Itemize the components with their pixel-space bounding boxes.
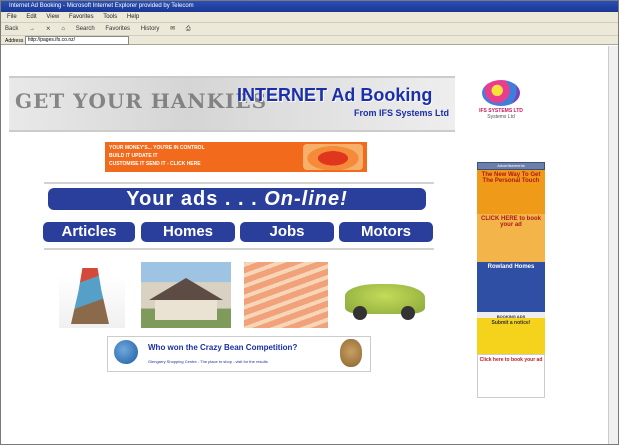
sidebar-header: Advertisements — [477, 162, 545, 170]
headline-text: Your ads . . . — [126, 188, 258, 210]
forward-icon[interactable]: → — [29, 26, 35, 32]
toolbar: Back → ⨯ ⌂ Search Favorites History ✉ ⎙ — [1, 22, 618, 35]
banner-subtitle: From IFS Systems Ltd — [353, 108, 449, 118]
promo-line3: CUSTOMISE IT SEND IT - CLICK HERE — [109, 161, 201, 167]
crazy-bean-caption: Glengarry Shopping Centre - The place to… — [148, 359, 268, 364]
menu-edit[interactable]: Edit — [26, 14, 36, 20]
headline-banner: Your ads . . . On-line! — [48, 188, 426, 210]
address-label: Address — [5, 38, 24, 44]
crazy-bean-banner[interactable]: Who won the Crazy Bean Competition? Glen… — [107, 336, 371, 372]
address-input[interactable]: http://pages.ifs.co.nz/ — [24, 36, 129, 46]
promo-banner[interactable]: YOUR MONEY'S... YOU'RE IN CONTROL BUILD … — [105, 142, 367, 172]
mail-icon[interactable]: ✉ — [170, 26, 175, 32]
site-banner: GET YOUR HANKIES INTERNET Ad Booking Fro… — [9, 76, 455, 132]
divider — [44, 182, 434, 184]
menu-file[interactable]: File — [7, 14, 17, 20]
logo-icon — [482, 80, 520, 106]
car-wheel — [401, 306, 415, 320]
page-content: GET YOUR HANKIES INTERNET Ad Booking Fro… — [1, 46, 618, 444]
menu-view[interactable]: View — [46, 14, 59, 20]
motors-image[interactable] — [341, 262, 429, 328]
nav-homes-button[interactable]: Homes — [141, 222, 235, 242]
car-wheel — [353, 306, 367, 320]
sidebar-ad-1[interactable]: The New Way To Get The Personal Touch — [477, 170, 545, 214]
menu-favorites[interactable]: Favorites — [69, 14, 94, 20]
homes-image[interactable] — [141, 262, 231, 328]
sidebar-ad-2[interactable]: CLICK HERE to book your ad — [477, 214, 545, 262]
sidebar-ad-5[interactable]: Submit a notice! — [477, 318, 545, 354]
back-button[interactable]: Back — [5, 26, 18, 32]
promo-line1: YOUR MONEY'S... YOU'RE IN CONTROL — [109, 145, 205, 151]
headline-emphasis: On-line! — [264, 188, 348, 210]
jobs-image[interactable] — [244, 262, 328, 328]
sidebar-ad-6[interactable]: Click here to book your ad — [477, 354, 545, 398]
stop-icon[interactable]: ⨯ — [46, 26, 51, 32]
ifs-logo[interactable]: IFS SYSTEMS LTD Systems Ltd — [476, 80, 526, 136]
promo-line2: BUILD IT UPDATE IT — [109, 153, 158, 159]
print-icon[interactable]: ⎙ — [186, 26, 191, 32]
search-button[interactable]: Search — [76, 26, 95, 32]
menu-help[interactable]: Help — [127, 14, 139, 20]
banner-title: INTERNET Ad Booking — [237, 85, 433, 105]
vertical-scrollbar[interactable] — [608, 46, 618, 444]
ad-sidebar: Advertisements The New Way To Get The Pe… — [477, 162, 545, 432]
window-title: Internet Ad Booking - Microsoft Internet… — [1, 1, 618, 12]
nav-articles-button[interactable]: Articles — [43, 222, 135, 242]
house-roof — [149, 278, 223, 300]
sidebar-ad-3[interactable]: Rowland Homes — [477, 262, 545, 312]
menu-tools[interactable]: Tools — [103, 14, 117, 20]
banner-collage: GET YOUR HANKIES — [15, 89, 268, 113]
favorites-button[interactable]: Favorites — [105, 26, 130, 32]
nav-motors-button[interactable]: Motors — [339, 222, 433, 242]
home-icon[interactable]: ⌂ — [61, 26, 65, 32]
menu-bar: File Edit View Favorites Tools Help — [1, 12, 618, 22]
browser-window: Internet Ad Booking - Microsoft Internet… — [0, 0, 619, 445]
rose-image — [303, 144, 363, 170]
nav-jobs-button[interactable]: Jobs — [240, 222, 334, 242]
divider — [44, 248, 434, 250]
crazy-bean-title: Who won the Crazy Bean Competition? — [148, 343, 298, 352]
house-wall — [155, 300, 217, 320]
logo-line2: Systems Ltd — [487, 114, 515, 120]
figure-illustration — [71, 268, 109, 324]
articles-image[interactable] — [59, 262, 125, 328]
address-bar: Address http://pages.ifs.co.nz/ — [1, 35, 618, 46]
history-button[interactable]: History — [141, 26, 160, 32]
bean-icon — [114, 340, 138, 364]
teddy-bear-icon — [340, 339, 362, 367]
